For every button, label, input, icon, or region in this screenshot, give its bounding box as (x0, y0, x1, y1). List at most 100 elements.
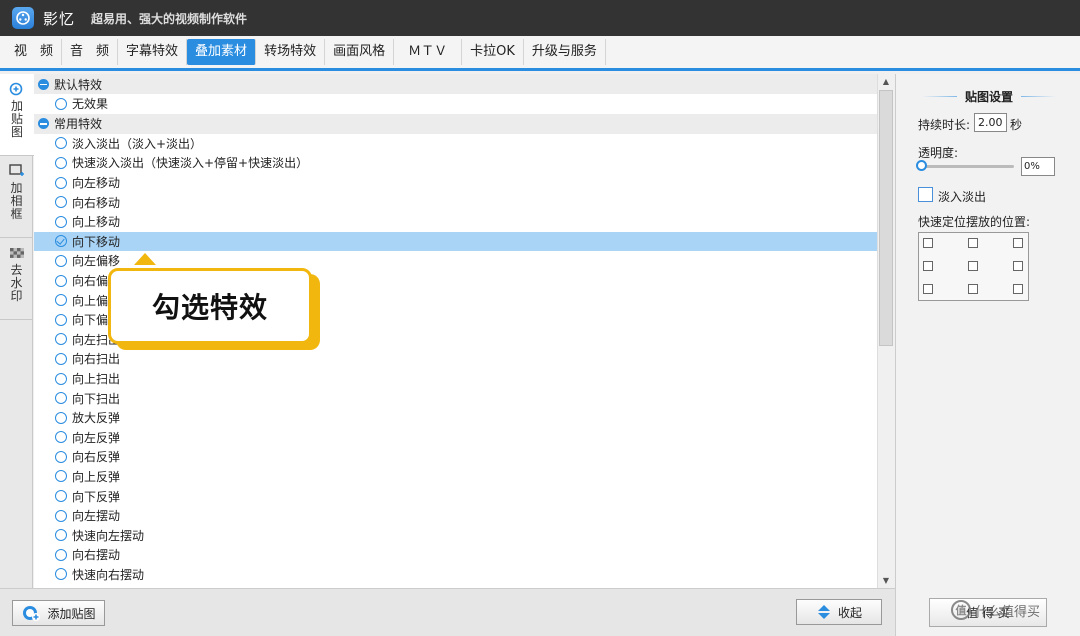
effect-item[interactable]: 向左反弹 (34, 428, 877, 448)
radio-icon[interactable] (55, 529, 67, 542)
fade-checkbox[interactable] (918, 187, 933, 202)
radio-icon[interactable] (55, 411, 67, 424)
group-header-default[interactable]: 默认特效 (34, 74, 877, 94)
radio-icon[interactable] (55, 568, 67, 581)
collapse-button[interactable]: 收起 (796, 599, 882, 625)
radio-icon[interactable] (55, 176, 67, 189)
effect-item[interactable]: 快速向右摆动 (34, 565, 877, 585)
effect-item[interactable]: 无效果 (34, 94, 877, 114)
radio-icon[interactable] (55, 509, 67, 522)
position-top-right[interactable] (1013, 238, 1023, 248)
app-logo-icon (12, 7, 34, 29)
position-middle-right[interactable] (1013, 261, 1023, 271)
position-center[interactable] (968, 261, 978, 271)
effect-item[interactable]: 快速向左摆动 (34, 525, 877, 545)
tab-audio[interactable]: 音 频 (62, 39, 119, 65)
effect-item[interactable]: 向右反弹 (34, 447, 877, 467)
effect-label: 向左摆动 (72, 509, 121, 524)
effect-label: 放大反弹 (72, 411, 121, 426)
radio-icon[interactable] (55, 372, 67, 385)
effect-item-selected[interactable]: 向下移动 (34, 231, 877, 252)
effect-item[interactable]: 向下扫出 (34, 388, 877, 408)
effect-label: 快速向左摆动 (72, 528, 145, 543)
radio-icon[interactable] (55, 274, 67, 287)
add-sticker-button[interactable]: 添加贴图 (12, 600, 105, 626)
effect-item[interactable]: 向上反弹 (34, 467, 877, 487)
scroll-thumb[interactable] (879, 90, 893, 346)
effect-item[interactable]: 向上移动 (34, 212, 877, 232)
position-middle-left[interactable] (923, 261, 933, 271)
left-side-tabs: 加贴图 加相框 去水印 (0, 74, 34, 588)
radio-icon[interactable] (55, 450, 67, 463)
tab-upgrade-service[interactable]: 升级与服务 (524, 39, 606, 65)
opacity-slider[interactable] (920, 165, 1014, 168)
radio-icon[interactable] (55, 294, 67, 307)
watermark: 值 什么值得买 (951, 600, 1040, 620)
effect-label: 向左移动 (72, 176, 121, 191)
scroll-up-icon[interactable]: ▲ (878, 74, 894, 88)
effect-item[interactable]: 放大反弹 (34, 408, 877, 428)
radio-icon[interactable] (55, 490, 67, 503)
radio-icon[interactable] (55, 156, 67, 169)
tab-video[interactable]: 视 频 (6, 39, 63, 65)
collapse-icon[interactable] (38, 118, 49, 130)
effect-label: 向下扫出 (72, 391, 121, 406)
collapse-icon[interactable] (38, 78, 49, 90)
radio-icon[interactable] (55, 97, 67, 110)
duration-input[interactable]: 2.00 (974, 113, 1007, 132)
opacity-label: 透明度: (918, 146, 959, 160)
radio-icon[interactable] (55, 137, 67, 150)
opacity-slider-handle[interactable] (916, 160, 927, 171)
sidebar-item-add-frame[interactable]: 加相框 (0, 156, 33, 238)
radio-icon[interactable] (55, 313, 67, 326)
effect-label: 向右扫出 (72, 352, 121, 367)
watermark-logo-icon: 值 (951, 600, 971, 620)
effect-item[interactable]: 向右扫出 (34, 349, 877, 369)
main-menu: 视 频 音 频 字幕特效 叠加素材 转场特效 画面风格 ＭＴＶ 卡拉OK 升级与… (0, 36, 1080, 71)
effect-item[interactable]: 向右摆动 (34, 545, 877, 565)
tab-transitions[interactable]: 转场特效 (256, 39, 326, 65)
tab-mtv[interactable]: ＭＴＶ (394, 39, 463, 65)
tab-subtitle-effects[interactable]: 字幕特效 (118, 39, 188, 65)
effects-scrollbar[interactable]: ▲ ▼ (877, 74, 894, 588)
position-bottom-right[interactable] (1013, 284, 1023, 294)
add-frame-icon (8, 164, 24, 176)
sticker-settings-panel: 贴图设置 持续时长: 2.00 秒 透明度: 0% 淡入淡出 快速定位摆放的位置… (895, 74, 1080, 636)
effect-item[interactable]: 向下反弹 (34, 486, 877, 506)
radio-icon[interactable] (55, 215, 67, 228)
tab-picture-style[interactable]: 画面风格 (325, 39, 395, 65)
position-bottom-center[interactable] (968, 284, 978, 294)
radio-icon[interactable] (55, 392, 67, 405)
radio-icon[interactable] (55, 431, 67, 444)
effect-label: 快速淡入淡出（快速淡入+停留+快速淡出） (72, 156, 309, 171)
tab-overlay-materials[interactable]: 叠加素材 (187, 39, 257, 65)
scroll-down-icon[interactable]: ▼ (878, 573, 894, 587)
radio-icon[interactable] (55, 254, 67, 267)
radio-icon[interactable] (55, 548, 67, 561)
radio-icon[interactable] (55, 470, 67, 483)
radio-icon[interactable] (55, 333, 67, 346)
effect-label: 向上扫出 (72, 372, 121, 387)
effect-item[interactable]: 向上扫出 (34, 369, 877, 389)
app-name: 影忆 (43, 9, 76, 28)
effect-label: 向左反弹 (72, 430, 121, 445)
sidebar-item-remove-watermark[interactable]: 去水印 (0, 238, 33, 320)
tab-karaoke[interactable]: 卡拉OK (462, 39, 524, 65)
effect-item[interactable]: 快速淡入淡出（快速淡入+停留+快速淡出） (34, 153, 877, 173)
radio-checked-icon[interactable] (55, 235, 67, 248)
sidebar-item-add-sticker[interactable]: 加贴图 (0, 74, 34, 156)
radio-icon[interactable] (55, 196, 67, 209)
position-top-center[interactable] (968, 238, 978, 248)
group-title: 默认特效 (54, 77, 103, 92)
opacity-input[interactable]: 0% (1021, 157, 1055, 176)
effect-item[interactable]: 向右移动 (34, 192, 877, 212)
radio-icon[interactable] (55, 352, 67, 365)
effect-item[interactable]: 向左摆动 (34, 506, 877, 526)
group-header-common[interactable]: 常用特效 (34, 113, 877, 134)
effect-item[interactable]: 向左移动 (34, 173, 877, 193)
sidebar-item-label: 加贴图 (10, 99, 23, 139)
position-bottom-left[interactable] (923, 284, 933, 294)
effect-item[interactable]: 淡入淡出（淡入+淡出） (34, 134, 877, 154)
add-sticker-icon (9, 82, 23, 96)
position-top-left[interactable] (923, 238, 933, 248)
